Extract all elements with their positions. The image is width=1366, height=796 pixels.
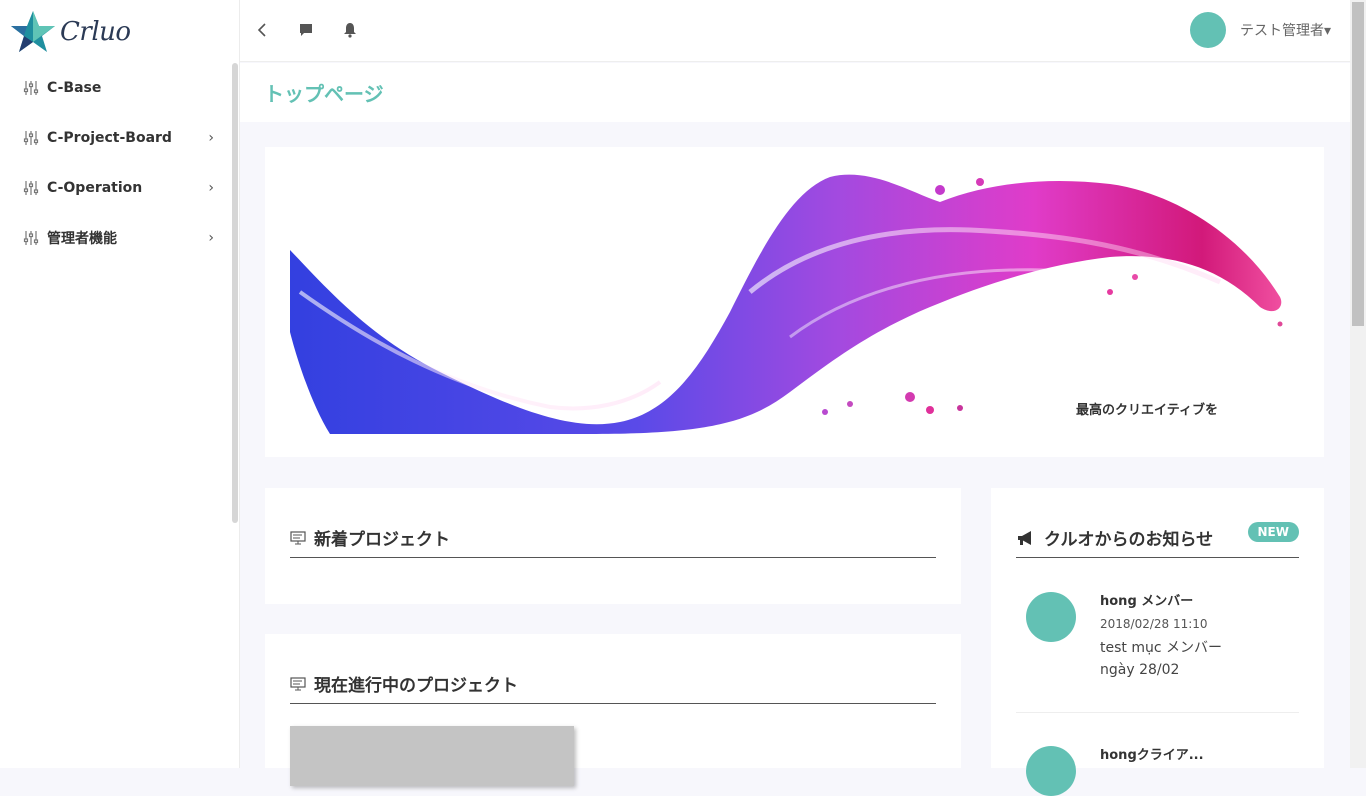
chevron-right-icon: › [208, 180, 214, 196]
news-author: hong メンバー [1100, 594, 1194, 609]
divider [1016, 712, 1299, 713]
topbar: テスト管理者▾ [240, 0, 1350, 62]
hero-banner: 最高のクリエイティブを [265, 147, 1324, 457]
logo-star-icon [11, 11, 55, 52]
sidebar-item-label: C-Base [47, 80, 102, 96]
chevron-right-icon: › [208, 230, 214, 246]
project-thumbnail[interactable] [290, 726, 574, 786]
news-card: クルオからのお知らせ NEW hong メンバー 2018/02/28 11:1… [991, 488, 1324, 796]
sidebar-item-c-operation[interactable]: C-Operation › [0, 163, 232, 213]
sidebar-item-admin[interactable]: 管理者機能 › [0, 213, 232, 263]
avatar[interactable] [1190, 12, 1226, 48]
list-item[interactable]: hong メンバー 2018/02/28 11:10 test mục メンバー… [1016, 588, 1299, 713]
new-projects-card: 新着プロジェクト [265, 488, 961, 604]
card-title: 現在進行中のプロジェクト [314, 676, 518, 696]
sliders-icon [23, 181, 39, 195]
logo-text: Crluo [60, 17, 131, 47]
sidebar-nav: C-Base C-Project-Board › C-Operation › 管… [0, 63, 232, 263]
sidebar-item-c-base[interactable]: C-Base [0, 63, 232, 113]
user-menu[interactable]: テスト管理者▾ [1240, 20, 1331, 40]
sliders-icon [23, 231, 39, 245]
presentation-icon [290, 530, 306, 544]
card-header: 現在進行中のプロジェクト [290, 664, 936, 704]
sliders-icon [23, 81, 39, 95]
megaphone-icon [1018, 530, 1031, 545]
logo[interactable]: Crluo [10, 10, 131, 54]
card-title: 新着プロジェクト [314, 530, 450, 550]
chat-icon[interactable] [294, 18, 318, 42]
sidebar-item-label: C-Operation [47, 180, 143, 196]
sidebar-item-c-project-board[interactable]: C-Project-Board › [0, 113, 232, 163]
card-header: クルオからのお知らせ NEW [1016, 518, 1299, 558]
news-body: test mục メンバー ngày 28/02 [1100, 640, 1222, 678]
new-badge: NEW [1247, 522, 1299, 542]
chevron-left-icon[interactable] [250, 18, 274, 42]
current-projects-card: 現在進行中のプロジェクト [265, 634, 961, 786]
sidebar-scrollbar[interactable] [232, 63, 238, 523]
sidebar-item-label: C-Project-Board [47, 130, 172, 146]
news-author: hongクライア... [1100, 748, 1204, 763]
title-bar: トップページ [240, 63, 1350, 122]
banner-caption: 最高のクリエイティブを [1076, 403, 1218, 418]
sidebar-item-label: 管理者機能 [47, 231, 117, 247]
news-date: 2018/02/28 11:10 [1100, 617, 1208, 631]
avatar [1026, 592, 1076, 642]
card-title: クルオからのお知らせ [1044, 530, 1214, 550]
sidebar: Crluo C-Base C-Project-Board › C-Operati… [0, 0, 240, 768]
bell-icon[interactable] [338, 18, 362, 42]
paint-splash-image [290, 174, 1283, 434]
list-item[interactable]: hongクライア... [1016, 742, 1299, 796]
page-scrollbar-thumb[interactable] [1352, 2, 1364, 326]
presentation-icon [290, 676, 306, 690]
avatar [1026, 746, 1076, 796]
page-title: トップページ [264, 82, 384, 106]
card-header: 新着プロジェクト [290, 518, 936, 558]
chevron-right-icon: › [208, 130, 214, 146]
sliders-icon [23, 131, 39, 145]
